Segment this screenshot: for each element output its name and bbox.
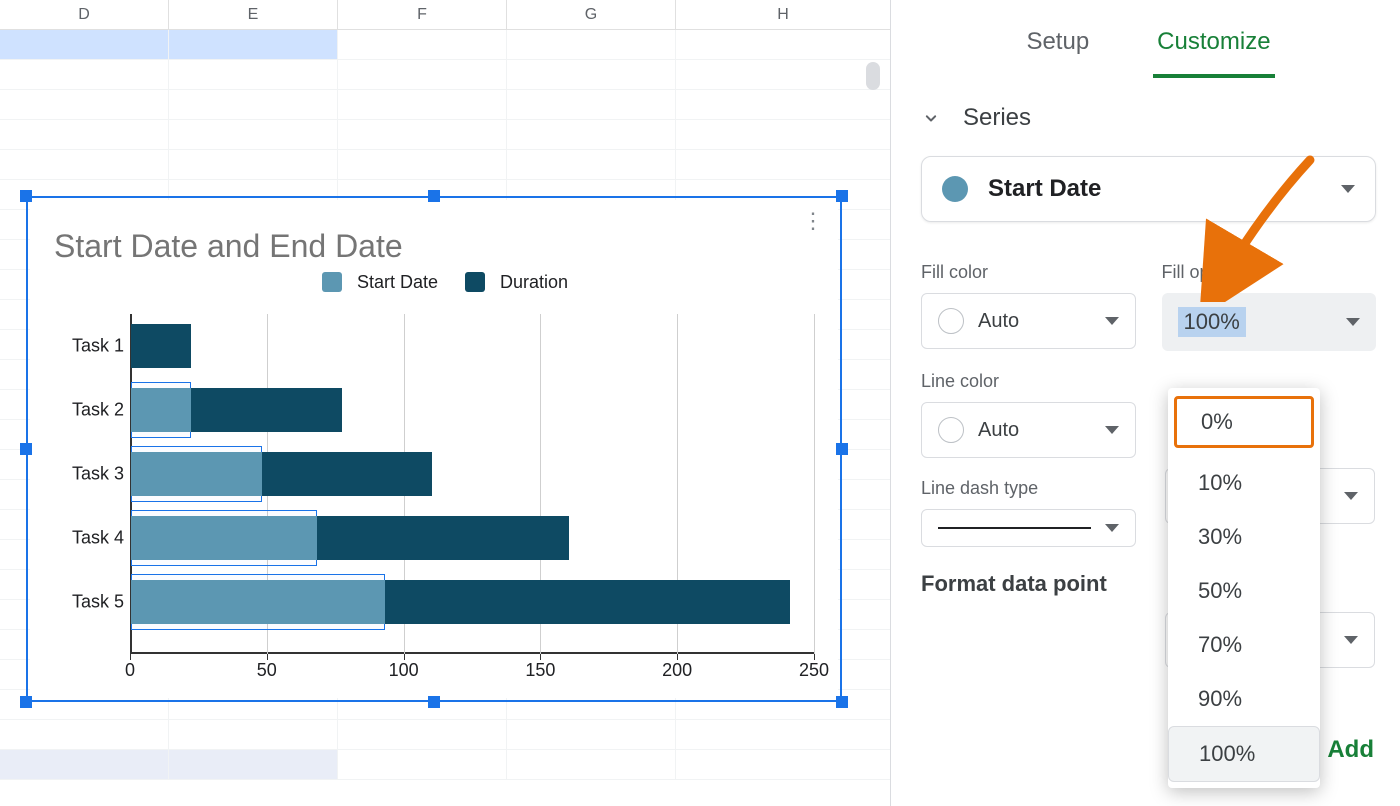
resize-handle-tr[interactable] — [836, 190, 848, 202]
bar-start-date[interactable] — [131, 388, 191, 432]
section-series-title[interactable]: Series — [963, 104, 1031, 132]
fill-opacity-label: Fill opacity — [1162, 262, 1377, 283]
opacity-option-100[interactable]: 100% — [1168, 726, 1320, 782]
tab-customize[interactable]: Customize — [1153, 14, 1274, 78]
bar-duration[interactable] — [131, 324, 191, 368]
y-tick-label: Task 4 — [44, 528, 124, 549]
series-select-label: Start Date — [988, 175, 1321, 203]
legend-label-start: Start Date — [357, 272, 438, 292]
bar-start-date[interactable] — [131, 580, 385, 624]
x-tick-label: 0 — [125, 660, 135, 681]
resize-handle-tl[interactable] — [20, 190, 32, 202]
opacity-option-50[interactable]: 50% — [1168, 564, 1320, 618]
fill-opacity-value: 100% — [1178, 307, 1246, 337]
legend-swatch-start — [322, 272, 342, 292]
y-tick-label: Task 5 — [44, 592, 124, 613]
dropdown-caret-icon — [1341, 185, 1355, 193]
bar-duration[interactable] — [191, 388, 341, 432]
line-color-select[interactable]: Auto — [921, 402, 1136, 458]
color-swatch-icon — [938, 417, 964, 443]
legend-label-duration: Duration — [500, 272, 568, 292]
y-tick-label: Task 2 — [44, 400, 124, 421]
color-swatch-icon — [938, 308, 964, 334]
bar-duration[interactable] — [385, 580, 790, 624]
opacity-option-90[interactable]: 90% — [1168, 672, 1320, 726]
col-header-d[interactable]: D — [0, 0, 169, 29]
fill-opacity-dropdown[interactable]: 0% 10%30%50%70%90%100% — [1168, 388, 1320, 788]
col-header-f[interactable]: F — [338, 0, 507, 29]
resize-handle-bm[interactable] — [428, 696, 440, 708]
resize-handle-tm[interactable] — [428, 190, 440, 202]
chevron-down-icon[interactable] — [921, 108, 941, 128]
x-tick-label: 250 — [799, 660, 829, 681]
y-tick-label: Task 3 — [44, 464, 124, 485]
bar-duration[interactable] — [262, 452, 432, 496]
x-tick-label: 50 — [257, 660, 277, 681]
chart-legend[interactable]: Start Date Duration — [30, 272, 838, 293]
opacity-option-70[interactable]: 70% — [1168, 618, 1320, 672]
line-dash-preview — [938, 527, 1091, 529]
resize-handle-lm[interactable] — [20, 443, 32, 455]
bar-duration[interactable] — [317, 516, 569, 560]
chart-overflow-menu-icon[interactable]: ⋮ — [798, 214, 828, 228]
opacity-option-30[interactable]: 30% — [1168, 510, 1320, 564]
chart-object[interactable]: ⋮ Start Date and End Date Start Date Dur… — [24, 194, 844, 704]
x-axis — [130, 652, 814, 654]
y-tick-label: Task 1 — [44, 336, 124, 357]
series-select[interactable]: Start Date — [921, 156, 1376, 222]
fill-color-select[interactable]: Auto — [921, 293, 1136, 349]
dropdown-caret-icon — [1344, 636, 1358, 644]
x-tick-label: 150 — [525, 660, 555, 681]
resize-handle-rm[interactable] — [836, 443, 848, 455]
chart-plot-area[interactable]: 050100150200250Task 1Task 2Task 3Task 4T… — [130, 314, 814, 654]
bar-start-date[interactable] — [131, 516, 317, 560]
x-tick-label: 200 — [662, 660, 692, 681]
opacity-option-0[interactable]: 0% — [1174, 396, 1314, 448]
resize-handle-br[interactable] — [836, 696, 848, 708]
dropdown-caret-icon — [1344, 492, 1358, 500]
add-data-point-button[interactable]: Add — [1327, 736, 1374, 764]
chart-title[interactable]: Start Date and End Date — [54, 228, 403, 265]
legend-swatch-duration — [465, 272, 485, 292]
dropdown-caret-icon — [1105, 524, 1119, 532]
line-color-value: Auto — [978, 419, 1019, 442]
dropdown-caret-icon — [1105, 426, 1119, 434]
dropdown-caret-icon — [1346, 318, 1360, 326]
col-header-h[interactable]: H — [676, 0, 890, 29]
x-tick-label: 100 — [389, 660, 419, 681]
col-header-g[interactable]: G — [507, 0, 676, 29]
tab-setup[interactable]: Setup — [1022, 14, 1093, 78]
fill-color-label: Fill color — [921, 262, 1136, 283]
chart-editor-sidebar: Setup Customize Series Start Date Fill c… — [890, 0, 1400, 806]
col-header-e[interactable]: E — [169, 0, 338, 29]
dropdown-caret-icon — [1105, 317, 1119, 325]
column-headers: D E F G H — [0, 0, 890, 30]
fill-opacity-select[interactable]: 100% — [1162, 293, 1377, 351]
bar-start-date[interactable] — [131, 452, 262, 496]
line-dash-label: Line dash type — [921, 478, 1136, 499]
resize-handle-bl[interactable] — [20, 696, 32, 708]
line-color-label: Line color — [921, 371, 1136, 392]
series-color-dot — [942, 176, 968, 202]
opacity-option-10[interactable]: 10% — [1168, 456, 1320, 510]
fill-color-value: Auto — [978, 310, 1019, 333]
line-dash-select[interactable] — [921, 509, 1136, 547]
scrollbar-thumb[interactable] — [866, 62, 880, 90]
